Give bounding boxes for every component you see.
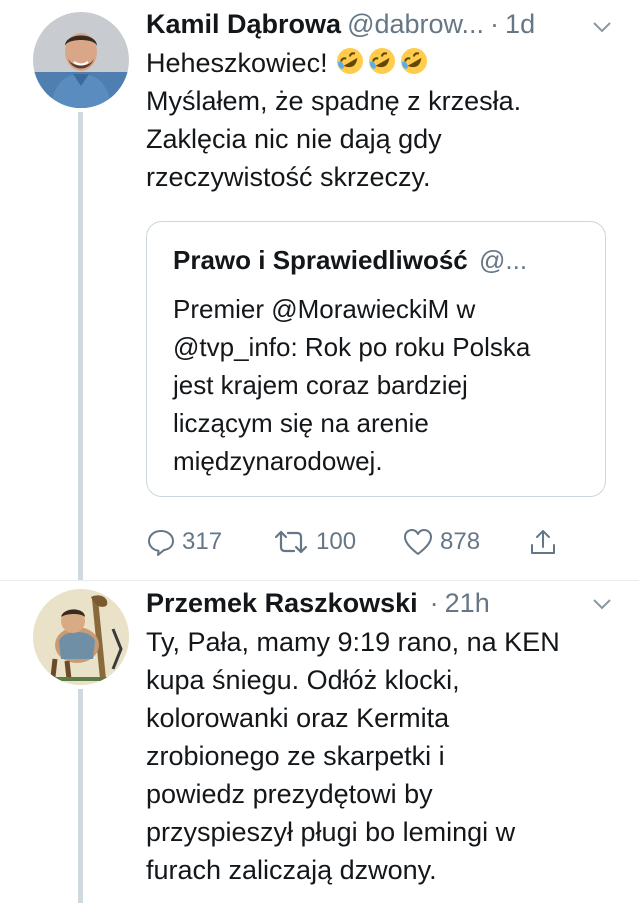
- tweet-text-first: Heheszkowiec!: [146, 48, 336, 78]
- author-name[interactable]: Kamil Dąbrowa: [146, 6, 341, 42]
- avatar[interactable]: [33, 589, 129, 685]
- timestamp[interactable]: 1d: [505, 6, 535, 42]
- rolling-on-floor-laughing-icon: [369, 48, 396, 74]
- avatar[interactable]: [33, 12, 129, 108]
- quoted-tweet[interactable]: Prawo i Sprawiedliwość @... Premier @Mor…: [146, 221, 606, 497]
- thread-line: [78, 689, 83, 903]
- author-handle[interactable]: @dabrow...: [347, 6, 484, 42]
- tweet-text-rest: Myślałem, że spadnę z krzesła. Zaklęcia …: [146, 86, 522, 192]
- retweet-icon: [274, 530, 308, 554]
- separator-dot: ·: [429, 588, 439, 618]
- thread-line: [78, 112, 83, 580]
- quoted-author-handle: @...: [479, 245, 528, 275]
- cartoon-avatar-image: [33, 589, 129, 685]
- chevron-down-icon[interactable]: [591, 593, 613, 615]
- quoted-tweet-header: Prawo i Sprawiedliwość @...: [173, 242, 585, 278]
- like-button[interactable]: 878: [402, 522, 480, 562]
- separator-dot: ·: [490, 9, 500, 39]
- reply-icon: [148, 530, 174, 556]
- author-name[interactable]: Przemek Raszkowski: [146, 585, 418, 621]
- tweet-header: Kamil Dąbrowa @dabrow... · 1d: [146, 6, 609, 42]
- retweet-count: 100: [316, 528, 357, 555]
- tweet-actions: 317 100 878: [146, 522, 566, 562]
- retweet-button[interactable]: 100: [272, 522, 356, 562]
- rolling-on-floor-laughing-icon: [337, 48, 364, 74]
- heart-icon: [404, 529, 432, 555]
- share-icon: [531, 530, 555, 554]
- person-avatar-image: [33, 12, 129, 108]
- like-count: 878: [440, 528, 481, 555]
- timestamp[interactable]: 21h: [445, 585, 490, 621]
- chevron-down-icon[interactable]: [591, 16, 613, 38]
- tweet-header: Przemek Raszkowski · 21h: [146, 585, 609, 621]
- quoted-tweet-text: Premier @MorawieckiM w @tvp_info: Rok po…: [173, 294, 531, 476]
- reply-count: 317: [182, 528, 223, 555]
- reply-button[interactable]: 317: [146, 522, 222, 562]
- tweet-text: Ty, Pała, mamy 9:19 rano, na KEN kupa śn…: [146, 627, 560, 885]
- tweet-przemek-raszkowski[interactable]: Przemek Raszkowski · 21h Ty, Pała, mamy …: [0, 581, 639, 903]
- quoted-author-name: Prawo i Sprawiedliwość: [173, 245, 468, 275]
- rolling-on-floor-laughing-icon: [401, 48, 428, 74]
- tweet-kamil-dabrowa[interactable]: Kamil Dąbrowa @dabrow... · 1d Heheszkowi…: [0, 0, 639, 581]
- share-button[interactable]: [528, 522, 558, 562]
- tweet-text: Heheszkowiec! Myślałem, że spadnę z krze…: [146, 44, 617, 196]
